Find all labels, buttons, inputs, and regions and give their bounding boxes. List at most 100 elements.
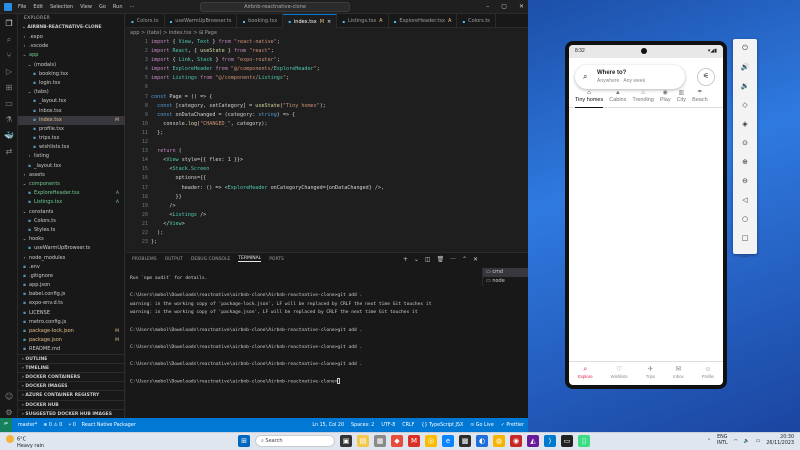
sidebar-section[interactable]: › OUTLINE xyxy=(18,353,125,363)
menu-item[interactable]: Selection xyxy=(50,4,73,10)
emulator-control-icon[interactable]: ◇ xyxy=(733,96,757,115)
app-icon[interactable]: ▩ xyxy=(459,435,471,447)
sidebar-section[interactable]: › AZURE CONTAINER REGISTRY xyxy=(18,390,125,399)
account-icon[interactable]: ☺ xyxy=(4,392,14,402)
tree-item[interactable]: ▪ .env xyxy=(18,263,125,272)
more-icon[interactable]: ··· xyxy=(450,256,456,263)
emulator-control-icon[interactable]: ··· xyxy=(733,248,757,267)
android-studio-icon[interactable]: ▯ xyxy=(578,435,590,447)
panel-tab[interactable]: PROBLEMS xyxy=(132,257,157,262)
maximize-icon[interactable]: ▢ xyxy=(501,3,507,10)
editor-tab[interactable]: ▪ ExploreHeader.tsx A xyxy=(389,14,458,28)
editor-tab[interactable]: ▪ Listings.tsx A xyxy=(337,14,389,28)
tree-item[interactable]: ▪ inbox.tsx xyxy=(18,107,125,116)
live-share-icon[interactable]: ⇄ xyxy=(4,147,14,157)
settings-gear-icon[interactable]: ⚙ xyxy=(4,408,14,418)
chrome-icon[interactable]: ◎ xyxy=(425,435,437,447)
tree-item[interactable]: ▪ app.json xyxy=(18,281,125,290)
panel-tab[interactable]: OUTPUT xyxy=(165,257,183,262)
close-panel-icon[interactable]: ✕ xyxy=(473,256,478,263)
category-tab[interactable]: ▥ City xyxy=(677,88,686,108)
app-icon[interactable]: ◆ xyxy=(391,435,403,447)
status-item[interactable]: CRLF xyxy=(402,423,414,428)
clock[interactable]: 20:30 26/11/2023 xyxy=(766,435,794,447)
tree-item[interactable]: › listing xyxy=(18,152,125,161)
tree-item[interactable]: ⌄ (tabs) xyxy=(18,88,125,97)
tray-chevron-icon[interactable]: ⌃ xyxy=(707,439,711,444)
menu-item[interactable]: Run xyxy=(113,4,123,10)
dropdown-icon[interactable]: ⌄ xyxy=(414,256,419,263)
tree-item[interactable]: ▪ Colors.ts xyxy=(18,217,125,226)
menu-item[interactable]: Edit xyxy=(33,4,43,10)
emulator-control-icon[interactable]: ◈ xyxy=(733,115,757,134)
app-icon[interactable]: ◭ xyxy=(527,435,539,447)
tree-item[interactable]: ⌄ components xyxy=(18,180,125,189)
wifi-icon[interactable]: ◠ xyxy=(734,439,738,444)
emulator-control-icon[interactable]: ⊖ xyxy=(733,172,757,191)
status-item[interactable]: React Native Packager xyxy=(82,423,136,428)
tree-item[interactable]: ⌄ constants xyxy=(18,208,125,217)
editor-tab[interactable]: ▪ index.tsx M × xyxy=(283,14,338,28)
maximize-panel-icon[interactable]: ⌃ xyxy=(462,256,467,263)
menu-item[interactable]: View xyxy=(80,4,92,10)
tree-item[interactable]: ▪ login.tsx xyxy=(18,79,125,88)
app-icon[interactable]: ▦ xyxy=(374,435,386,447)
status-item[interactable]: ⊗ 0 ⚠ 0 xyxy=(43,423,62,428)
app-icon[interactable]: ◉ xyxy=(510,435,522,447)
phone-tab[interactable]: ✉ Inbox xyxy=(673,362,684,385)
explorer-icon[interactable]: ❐ xyxy=(4,19,14,29)
menu-item[interactable]: File xyxy=(18,4,26,10)
remote-explorer-icon[interactable]: ▭ xyxy=(4,99,14,109)
tree-item[interactable]: ▪ LICENSE xyxy=(18,309,125,318)
status-item[interactable]: {} TypeScript JSX xyxy=(421,423,463,428)
tree-item[interactable]: ▪ wishlists.tsx xyxy=(18,143,125,152)
sidebar-section[interactable]: › TIMELINE xyxy=(18,362,125,372)
taskbar-search[interactable]: ⌕ Search xyxy=(255,435,335,447)
tree-item[interactable]: ▪ useWarmUpBrowser.ts xyxy=(18,244,125,253)
status-item[interactable]: master* xyxy=(18,423,37,428)
emulator-control-icon[interactable]: 🔉 xyxy=(733,77,757,96)
tree-item[interactable]: ▪ ExploreHeader.tsx A xyxy=(18,189,125,198)
status-item[interactable]: ⑂ 0 xyxy=(68,422,75,428)
extensions-icon[interactable]: ⊞ xyxy=(4,83,14,93)
code-editor[interactable]: 1 2 3 4 5 6 7 8 9 10 11 12 13 14 15 16 17 18 19 20 21 22 23 im… xyxy=(126,38,528,263)
weather-widget[interactable]: 6°C Heavy rain xyxy=(6,435,44,449)
status-item[interactable]: Ln 15, Col 20 xyxy=(312,423,344,428)
status-item[interactable]: Spaces: 2 xyxy=(351,423,374,428)
tree-item[interactable]: ▪ .gitignore xyxy=(18,272,125,281)
command-center-search[interactable]: Airbnb-reactnative-clone xyxy=(200,2,350,12)
terminal-output[interactable]: Run `npm audit` for details. C:\Users\mob… xyxy=(130,275,480,387)
emulator-control-icon[interactable]: ⏻ xyxy=(733,39,757,58)
docker-icon[interactable]: 🐳 xyxy=(4,131,14,141)
tree-item[interactable]: ▪ babel.config.js xyxy=(18,290,125,299)
terminal-instance[interactable]: ▭ cmd xyxy=(483,268,528,277)
editor-tab[interactable]: ▪ booking.tsx xyxy=(237,14,284,28)
phone-tab[interactable]: ⌕ Explore xyxy=(578,362,593,385)
emulator-control-icon[interactable]: □ xyxy=(733,229,757,248)
run-debug-icon[interactable]: ▷ xyxy=(4,67,14,77)
tree-item[interactable]: › node_modules xyxy=(18,254,125,263)
tree-item[interactable]: ▪ metro.config.js xyxy=(18,318,125,327)
app-icon[interactable]: ◍ xyxy=(493,435,505,447)
category-tab[interactable]: ☂ Beach xyxy=(692,88,708,108)
tree-item[interactable]: ▪ package.json M xyxy=(18,336,125,345)
category-tab[interactable]: ◉ Play xyxy=(660,88,671,108)
editor-tab[interactable]: ▪ useWarmUpBrowser.ts xyxy=(165,14,238,28)
status-item[interactable]: UTF-8 xyxy=(381,423,395,428)
category-tab[interactable]: ▲ Cabins xyxy=(609,88,626,108)
panel-tab[interactable]: PORTS xyxy=(269,257,284,262)
emulator-control-icon[interactable]: ◁ xyxy=(733,191,757,210)
tree-item[interactable]: ▪ index.tsx M xyxy=(18,115,125,125)
tree-item[interactable]: ▪ _layout.tsx xyxy=(18,97,125,106)
menu-item[interactable]: Go xyxy=(99,4,106,10)
tree-item[interactable]: › assets xyxy=(18,171,125,180)
sidebar-section[interactable]: › SUGGESTED DOCKER HUB IMAGES xyxy=(18,408,125,418)
emulator-control-icon[interactable]: 🔊 xyxy=(733,58,757,77)
source-control-icon[interactable]: ⑂ xyxy=(4,51,14,61)
remote-indicator-icon[interactable]: ⇌ xyxy=(0,418,12,432)
tree-item[interactable]: ▪ profile.tsx xyxy=(18,125,125,134)
tree-item[interactable]: ▪ booking.tsx xyxy=(18,70,125,79)
terminal-icon[interactable]: ▭ xyxy=(561,435,573,447)
tree-item[interactable]: ▪ expo-env.d.ts xyxy=(18,299,125,308)
sidebar-section[interactable]: › DOCKER IMAGES xyxy=(18,381,125,390)
